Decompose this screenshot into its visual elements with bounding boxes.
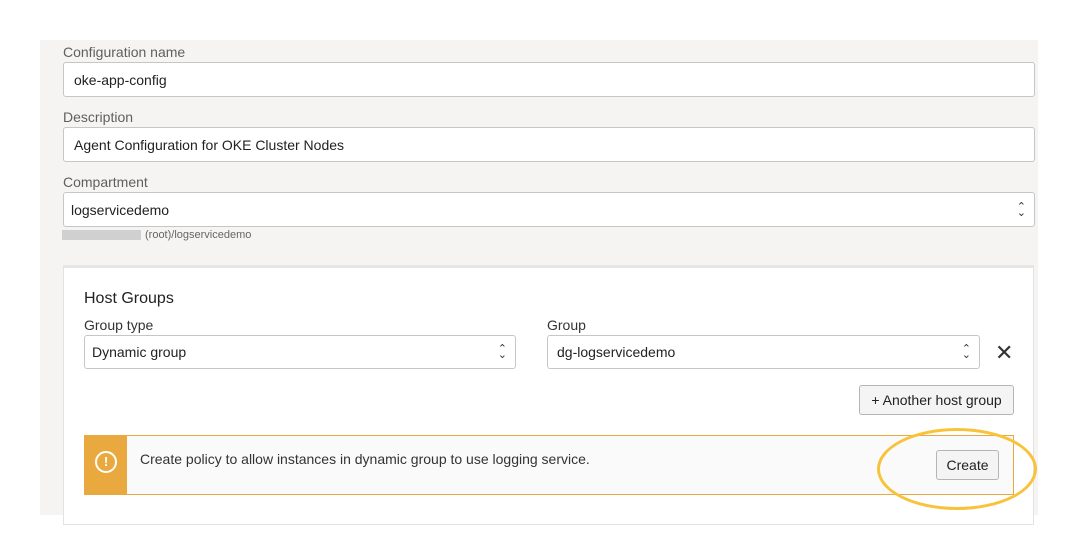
group-type-label: Group type (84, 317, 153, 333)
host-groups-title: Host Groups (84, 290, 174, 308)
compartment-select[interactable]: logservicedemo ⌃⌄ (63, 192, 1035, 227)
description-label: Description (63, 109, 133, 125)
remove-group-close-icon[interactable]: ✕ (995, 340, 1013, 366)
compartment-label: Compartment (63, 174, 148, 190)
alert-message: Create policy to allow instances in dyna… (140, 451, 590, 467)
config-name-label: Configuration name (63, 44, 185, 60)
config-name-input[interactable]: oke-app-config (63, 62, 1035, 97)
redacted-tenancy (62, 230, 141, 240)
highlight-circle (877, 428, 1037, 510)
group-type-value: Dynamic group (92, 344, 186, 360)
warning-icon: ! (95, 451, 117, 473)
group-select[interactable]: dg-logservicedemo ⌃⌄ (547, 335, 980, 369)
compartment-path: (root)/logservicedemo (145, 229, 251, 241)
group-label: Group (547, 317, 586, 333)
add-host-group-button[interactable]: + Another host group (859, 385, 1014, 415)
group-value: dg-logservicedemo (557, 344, 675, 360)
chevron-updown-icon: ⌃⌄ (1017, 204, 1026, 216)
group-type-select[interactable]: Dynamic group ⌃⌄ (84, 335, 516, 369)
description-input[interactable]: Agent Configuration for OKE Cluster Node… (63, 127, 1035, 162)
alert-stripe: ! (85, 436, 127, 494)
compartment-value: logservicedemo (71, 202, 169, 218)
chevron-updown-icon: ⌃⌄ (962, 346, 971, 358)
chevron-updown-icon: ⌃⌄ (498, 346, 507, 358)
policy-alert: ! Create policy to allow instances in dy… (84, 435, 1014, 495)
